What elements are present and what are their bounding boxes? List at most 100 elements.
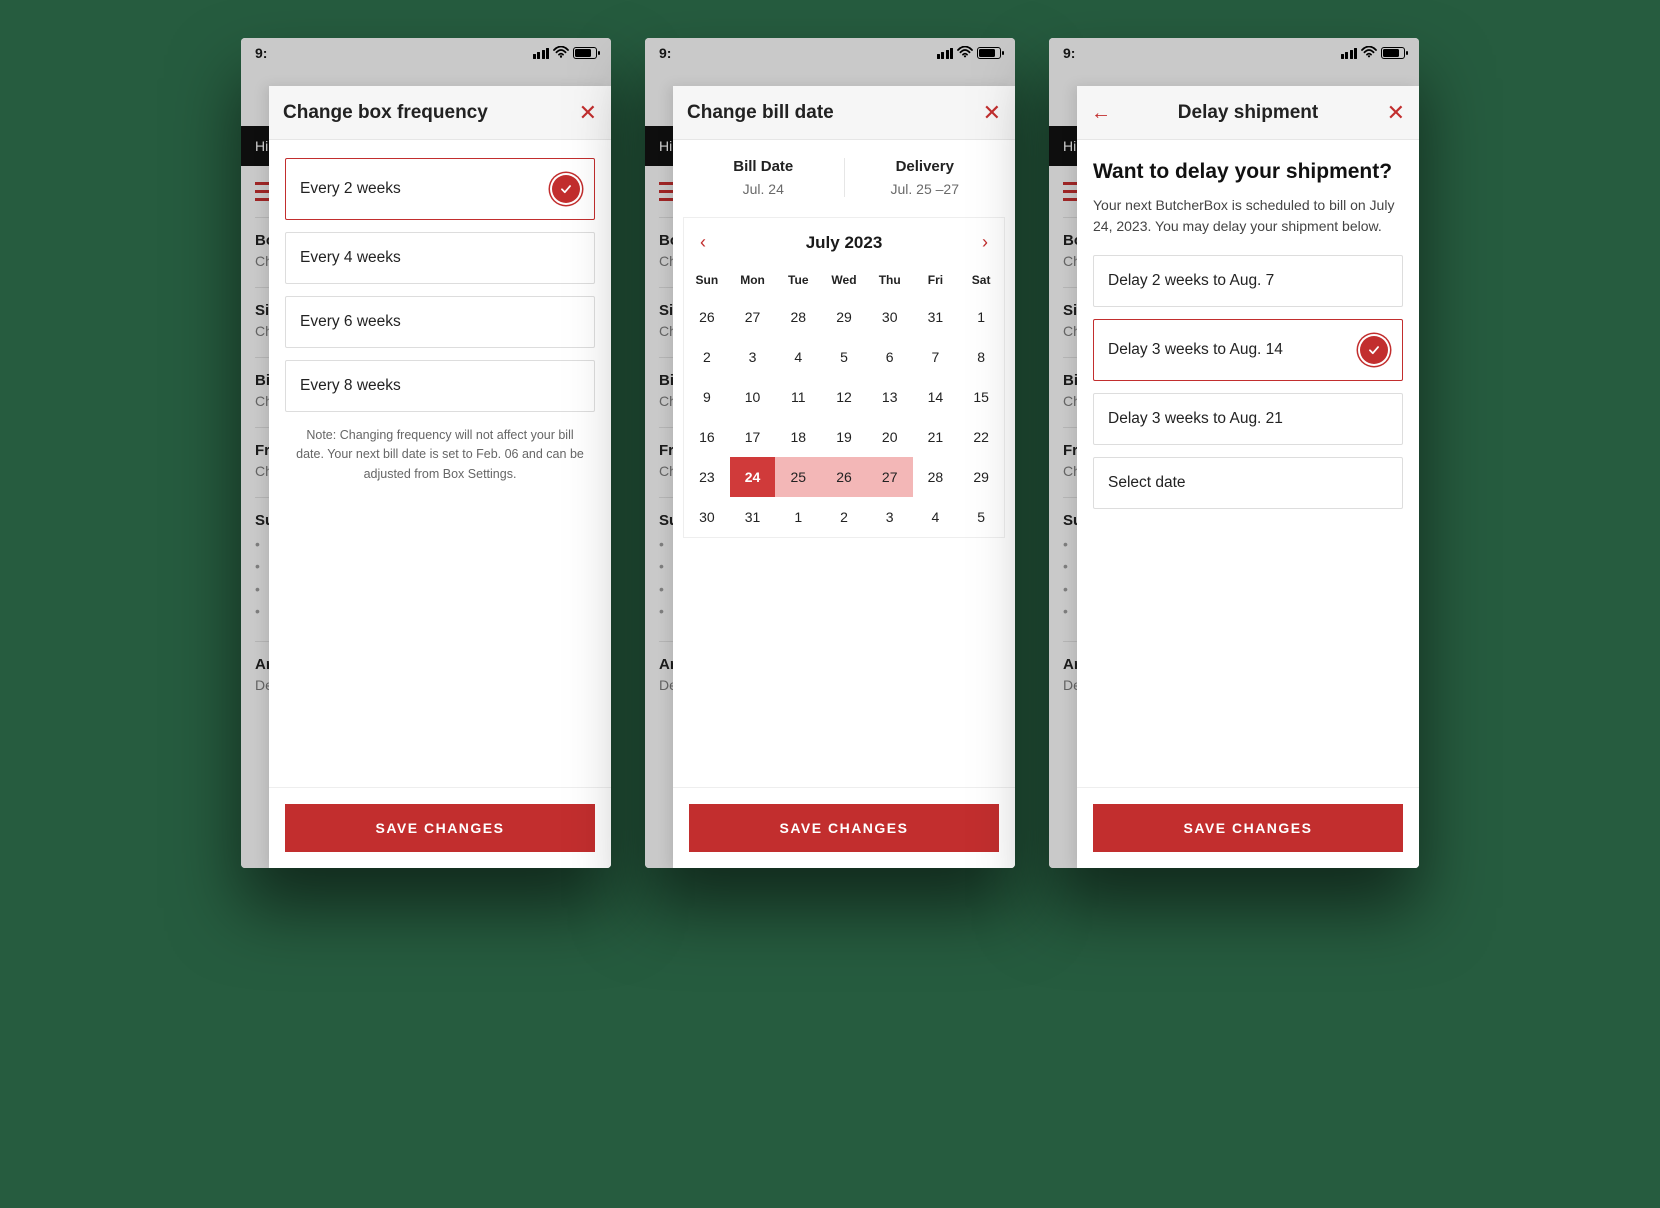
- calendar-day[interactable]: 28: [775, 297, 821, 337]
- frequency-option[interactable]: Every 8 weeks: [285, 360, 595, 412]
- save-button[interactable]: SAVE CHANGES: [285, 804, 595, 852]
- calendar-day[interactable]: 13: [867, 377, 913, 417]
- calendar-dow: Sun: [684, 267, 730, 297]
- panel-title: Delay shipment: [1178, 102, 1318, 124]
- option-label: Every 6 weeks: [300, 313, 401, 331]
- panel-footer: SAVE CHANGES: [269, 787, 611, 868]
- calendar-day[interactable]: 16: [684, 417, 730, 457]
- calendar-day[interactable]: 4: [775, 337, 821, 377]
- calendar-day[interactable]: 27: [867, 457, 913, 497]
- calendar: ‹ July 2023 › SunMonTueWedThuFriSat26272…: [683, 217, 1005, 538]
- calendar-day[interactable]: 10: [730, 377, 776, 417]
- delay-panel: ← Delay shipment ✕ Want to delay your sh…: [1077, 86, 1419, 868]
- calendar-day[interactable]: 7: [913, 337, 959, 377]
- status-icons: [1341, 45, 1406, 61]
- close-icon[interactable]: ✕: [983, 102, 1001, 124]
- panel-footer: SAVE CHANGES: [673, 787, 1015, 868]
- calendar-day[interactable]: 30: [867, 297, 913, 337]
- panel-body: Every 2 weeks Every 4 weeks Every 6 weeks E…: [269, 140, 611, 787]
- calendar-day[interactable]: 2: [684, 337, 730, 377]
- calendar-day[interactable]: 20: [867, 417, 913, 457]
- close-icon[interactable]: ✕: [1387, 102, 1405, 124]
- calendar-day[interactable]: 5: [958, 497, 1004, 537]
- bill-date-col: Bill Date Jul. 24: [683, 158, 844, 197]
- panel-title: Change bill date: [687, 102, 834, 124]
- calendar-day[interactable]: 31: [913, 297, 959, 337]
- delay-description: Your next ButcherBox is scheduled to bil…: [1093, 195, 1403, 237]
- calendar-day[interactable]: 27: [730, 297, 776, 337]
- calendar-day[interactable]: 26: [821, 457, 867, 497]
- calendar-day[interactable]: 12: [821, 377, 867, 417]
- delivery-value: Jul. 25 –27: [845, 181, 1006, 197]
- calendar-day[interactable]: 23: [684, 457, 730, 497]
- calendar-day[interactable]: 24: [730, 457, 776, 497]
- frequency-option[interactable]: Every 2 weeks: [285, 158, 595, 220]
- calendar-dow: Fri: [913, 267, 959, 297]
- calendar-day[interactable]: 26: [684, 297, 730, 337]
- calendar-day[interactable]: 31: [730, 497, 776, 537]
- status-bar: 9:: [241, 38, 611, 68]
- delay-option[interactable]: Select date: [1093, 457, 1403, 509]
- calendar-day[interactable]: 8: [958, 337, 1004, 377]
- prev-month-icon[interactable]: ‹: [694, 232, 712, 253]
- calendar-day[interactable]: 18: [775, 417, 821, 457]
- calendar-day[interactable]: 5: [821, 337, 867, 377]
- bill-date-value: Jul. 24: [683, 181, 844, 197]
- frequency-option[interactable]: Every 6 weeks: [285, 296, 595, 348]
- status-time: 9:: [1063, 45, 1075, 61]
- battery-icon: [573, 47, 597, 59]
- calendar-day[interactable]: 11: [775, 377, 821, 417]
- status-bar: 9:: [1049, 38, 1419, 68]
- calendar-day[interactable]: 25: [775, 457, 821, 497]
- status-icons: [533, 45, 598, 61]
- bill-date-panel: Change bill date ✕ Bill Date Jul. 24 Del…: [673, 86, 1015, 868]
- frequency-option[interactable]: Every 4 weeks: [285, 232, 595, 284]
- calendar-day[interactable]: 1: [775, 497, 821, 537]
- panel-body: Want to delay your shipment? Your next B…: [1077, 140, 1419, 787]
- calendar-day[interactable]: 21: [913, 417, 959, 457]
- calendar-day[interactable]: 29: [821, 297, 867, 337]
- delay-heading: Want to delay your shipment?: [1093, 158, 1403, 185]
- frequency-panel: Change box frequency ✕ Every 2 weeksEver…: [269, 86, 611, 868]
- frequency-note: Note: Changing frequency will not affect…: [285, 426, 595, 484]
- calendar-day[interactable]: 22: [958, 417, 1004, 457]
- phone-bill-date: 9: Hi BoChSiChBiChFrChSu••••ArDe Change …: [645, 38, 1015, 868]
- calendar-day[interactable]: 14: [913, 377, 959, 417]
- calendar-day[interactable]: 17: [730, 417, 776, 457]
- wifi-icon: [957, 45, 973, 61]
- delay-option[interactable]: Delay 3 weeks to Aug. 21: [1093, 393, 1403, 445]
- close-icon[interactable]: ✕: [579, 102, 597, 124]
- status-bar: 9:: [645, 38, 1015, 68]
- signal-icon: [533, 48, 550, 59]
- checkmark-icon: [1360, 336, 1388, 364]
- calendar-day[interactable]: 3: [730, 337, 776, 377]
- wifi-icon: [553, 45, 569, 61]
- panel-footer: SAVE CHANGES: [1077, 787, 1419, 868]
- calendar-day[interactable]: 15: [958, 377, 1004, 417]
- calendar-day[interactable]: 3: [867, 497, 913, 537]
- next-month-icon[interactable]: ›: [976, 232, 994, 253]
- back-icon[interactable]: ←: [1091, 103, 1111, 123]
- calendar-day[interactable]: 1: [958, 297, 1004, 337]
- calendar-day[interactable]: 9: [684, 377, 730, 417]
- calendar-day[interactable]: 30: [684, 497, 730, 537]
- calendar-day[interactable]: 2: [821, 497, 867, 537]
- option-label: Delay 2 weeks to Aug. 7: [1108, 272, 1274, 290]
- delivery-col: Delivery Jul. 25 –27: [844, 158, 1006, 197]
- signal-icon: [937, 48, 954, 59]
- calendar-day[interactable]: 19: [821, 417, 867, 457]
- bill-summary: Bill Date Jul. 24 Delivery Jul. 25 –27: [683, 154, 1005, 209]
- calendar-day[interactable]: 4: [913, 497, 959, 537]
- calendar-day[interactable]: 6: [867, 337, 913, 377]
- delay-option[interactable]: Delay 3 weeks to Aug. 14: [1093, 319, 1403, 381]
- delay-option[interactable]: Delay 2 weeks to Aug. 7: [1093, 255, 1403, 307]
- status-icons: [937, 45, 1002, 61]
- panel-header: ← Delay shipment ✕: [1077, 86, 1419, 140]
- option-label: Delay 3 weeks to Aug. 21: [1108, 410, 1283, 428]
- calendar-day[interactable]: 29: [958, 457, 1004, 497]
- calendar-day[interactable]: 28: [913, 457, 959, 497]
- panel-header: Change bill date ✕: [673, 86, 1015, 140]
- save-button[interactable]: SAVE CHANGES: [1093, 804, 1403, 852]
- calendar-dow: Sat: [958, 267, 1004, 297]
- save-button[interactable]: SAVE CHANGES: [689, 804, 999, 852]
